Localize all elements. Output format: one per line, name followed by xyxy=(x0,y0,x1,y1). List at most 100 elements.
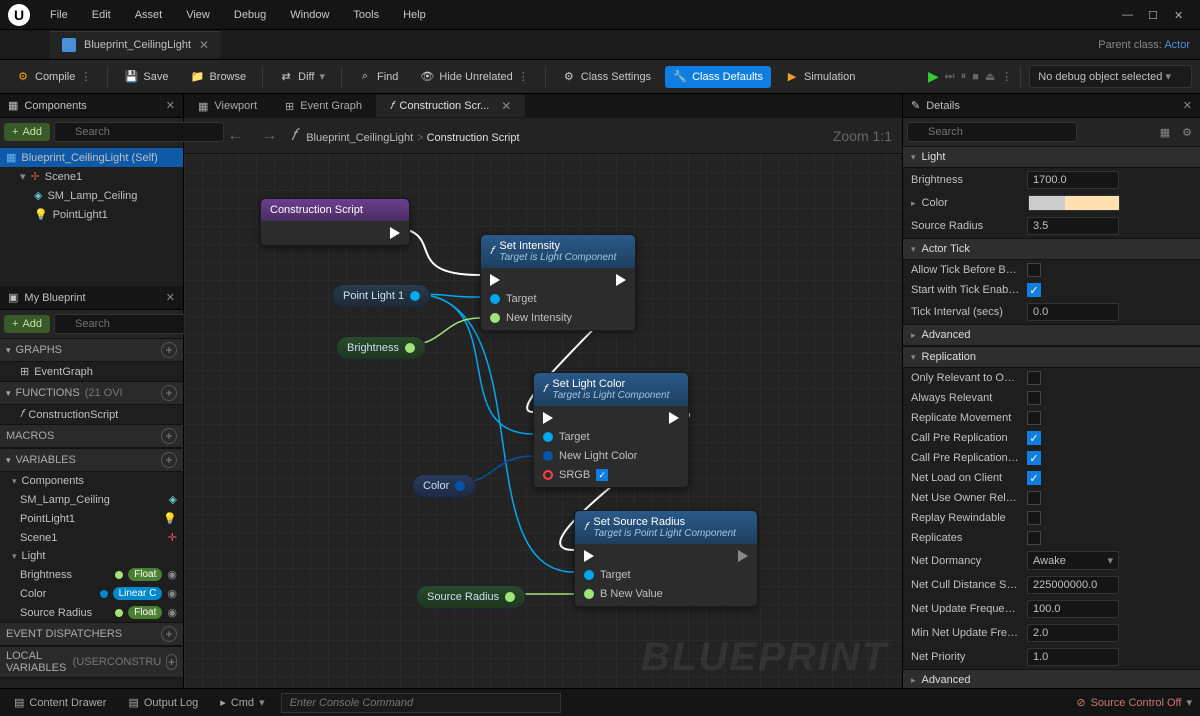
always-relevant-checkbox[interactable] xyxy=(1027,391,1041,405)
var-scene-row[interactable]: Scene1✛ xyxy=(0,528,183,547)
exec-in-pin[interactable] xyxy=(490,274,500,286)
close-icon[interactable]: ✕ xyxy=(501,99,511,113)
compile-button[interactable]: ⚙ Compile ⋮ xyxy=(8,66,99,88)
diff-button[interactable]: ⇄Diff▾ xyxy=(271,66,333,88)
back-button[interactable]: ← xyxy=(223,125,247,147)
visibility-icon[interactable]: ◉ xyxy=(167,568,177,581)
event-dispatchers-header[interactable]: EVENT DISPATCHERS+ xyxy=(0,622,183,646)
target-pin[interactable] xyxy=(543,432,553,442)
debug-object-select[interactable]: No debug object selected ▾ xyxy=(1029,65,1192,88)
graph-canvas[interactable]: Construction Script 𝑓 Set IntensityTarge… xyxy=(184,154,902,688)
hide-unrelated-button[interactable]: 👁Hide Unrelated⋮ xyxy=(412,66,536,88)
event-graph-row[interactable]: ⊞EventGraph xyxy=(0,362,183,381)
target-pin[interactable] xyxy=(584,570,594,580)
add-function-button[interactable]: + xyxy=(161,385,177,401)
tab-close-icon[interactable]: ✕ xyxy=(199,38,209,52)
visibility-icon[interactable]: ◉ xyxy=(167,606,177,619)
exec-out-pin[interactable] xyxy=(390,227,400,239)
brightness-var-node[interactable]: Brightness xyxy=(336,336,426,360)
class-settings-button[interactable]: ⚙Class Settings xyxy=(554,66,659,88)
add-local-var-button[interactable]: + xyxy=(166,654,177,670)
close-icon[interactable]: ✕ xyxy=(166,291,175,304)
simulation-button[interactable]: ▶Simulation xyxy=(777,66,863,88)
local-variables-header[interactable]: LOCAL VARIABLES (USERCONSTRU+ xyxy=(0,646,183,678)
blueprint-tab[interactable]: Blueprint_CeilingLight ✕ xyxy=(50,31,221,58)
components-category-row[interactable]: ▾Components xyxy=(0,472,183,490)
close-icon[interactable]: ✕ xyxy=(166,99,175,112)
variables-section-header[interactable]: ▾VARIABLES+ xyxy=(0,448,183,472)
menu-asset[interactable]: Asset xyxy=(125,5,173,25)
eject-button[interactable]: ⏏ xyxy=(985,70,995,83)
gear-icon[interactable]: ⚙ xyxy=(1178,124,1196,141)
add-variable-button[interactable]: + xyxy=(161,452,177,468)
light-category-row[interactable]: ▾Light xyxy=(0,547,183,565)
cmd-label[interactable]: ▸Cmd▾ xyxy=(214,693,270,712)
var-sm-lamp-row[interactable]: SM_Lamp_Ceiling◈ xyxy=(0,490,183,509)
allow-tick-checkbox[interactable] xyxy=(1027,263,1041,277)
graphs-section-header[interactable]: ▾GRAPHS+ xyxy=(0,338,183,362)
menu-debug[interactable]: Debug xyxy=(224,5,276,25)
more-icon[interactable]: ⋮ xyxy=(1001,70,1012,83)
replay-rewind-checkbox[interactable] xyxy=(1027,511,1041,525)
menu-tools[interactable]: Tools xyxy=(343,5,389,25)
value-pin[interactable] xyxy=(584,589,594,599)
details-search-input[interactable] xyxy=(907,122,1077,142)
close-icon[interactable]: ✕ xyxy=(1183,99,1192,112)
content-drawer-button[interactable]: ▤Content Drawer xyxy=(8,693,112,712)
net-priority-input[interactable] xyxy=(1027,648,1119,666)
exec-in-pin[interactable] xyxy=(584,550,594,562)
set-source-radius-node[interactable]: 𝑓 Set Source RadiusTarget is Point Light… xyxy=(574,510,758,607)
output-pin[interactable] xyxy=(405,343,415,353)
component-mesh-row[interactable]: ◈ SM_Lamp_Ceiling xyxy=(0,186,183,205)
browse-button[interactable]: 📁Browse xyxy=(182,66,254,88)
play-next-button[interactable]: ⏭ xyxy=(945,70,955,83)
menu-file[interactable]: File xyxy=(40,5,78,25)
class-defaults-button[interactable]: 🔧Class Defaults xyxy=(665,66,771,88)
net-cull-input[interactable] xyxy=(1027,576,1119,594)
save-button[interactable]: 💾Save xyxy=(116,66,176,88)
source-radius-var-node[interactable]: Source Radius xyxy=(416,585,526,609)
output-pin[interactable] xyxy=(410,291,420,301)
construction-script-row[interactable]: 𝑓ConstructionScript xyxy=(0,405,183,424)
brightness-input[interactable] xyxy=(1027,171,1119,189)
var-color-row[interactable]: ColorLinear C◉ xyxy=(0,584,183,603)
var-brightness-row[interactable]: BrightnessFloat◉ xyxy=(0,565,183,584)
min-net-update-input[interactable] xyxy=(1027,624,1119,642)
call-pre-checkbox[interactable]: ✓ xyxy=(1027,431,1041,445)
add-macro-button[interactable]: + xyxy=(161,428,177,444)
event-graph-tab[interactable]: ⊞Event Graph xyxy=(271,96,376,117)
color-swatch[interactable] xyxy=(1028,195,1120,211)
replicate-movement-checkbox[interactable] xyxy=(1027,411,1041,425)
close-button[interactable]: ✕ xyxy=(1174,9,1186,21)
replicates-checkbox[interactable] xyxy=(1027,531,1041,545)
functions-section-header[interactable]: ▾FUNCTIONS (21 OVI+ xyxy=(0,381,183,405)
tick-interval-input[interactable] xyxy=(1027,303,1119,321)
target-pin[interactable] xyxy=(490,294,500,304)
grid-icon[interactable]: ▦ xyxy=(1156,124,1174,141)
forward-button[interactable]: → xyxy=(257,125,281,147)
macros-section-header[interactable]: MACROS+ xyxy=(0,424,183,448)
intensity-pin[interactable] xyxy=(490,313,500,323)
net-use-owner-checkbox[interactable] xyxy=(1027,491,1041,505)
construction-script-tab[interactable]: 𝑓Construction Scr...✕ xyxy=(376,95,525,117)
add-dispatcher-button[interactable]: + xyxy=(161,626,177,642)
menu-view[interactable]: View xyxy=(176,5,220,25)
var-source-radius-row[interactable]: Source RadiusFloat◉ xyxy=(0,603,183,622)
output-log-button[interactable]: ▤Output Log xyxy=(122,693,204,712)
srgb-pin[interactable] xyxy=(543,470,553,480)
color-var-node[interactable]: Color xyxy=(412,474,476,498)
minimize-button[interactable]: — xyxy=(1122,9,1134,21)
net-update-input[interactable] xyxy=(1027,600,1119,618)
set-intensity-node[interactable]: 𝑓 Set IntensityTarget is Light Component… xyxy=(480,234,636,331)
actor-tick-header[interactable]: Actor Tick xyxy=(903,238,1200,260)
console-input[interactable] xyxy=(281,693,561,713)
net-dormancy-select[interactable]: Awake▾ xyxy=(1027,551,1119,570)
my-blueprint-header[interactable]: ▣ My Blueprint ✕ xyxy=(0,286,183,310)
construction-script-node[interactable]: Construction Script xyxy=(260,198,410,246)
var-pointlight-row[interactable]: PointLight1💡 xyxy=(0,509,183,528)
stop-button[interactable]: ■ xyxy=(972,71,979,83)
replication-header[interactable]: Replication xyxy=(903,346,1200,368)
source-control-button[interactable]: ⊘Source Control Off▾ xyxy=(1076,696,1192,709)
menu-help[interactable]: Help xyxy=(393,5,436,25)
exec-out-pin[interactable] xyxy=(738,550,748,562)
